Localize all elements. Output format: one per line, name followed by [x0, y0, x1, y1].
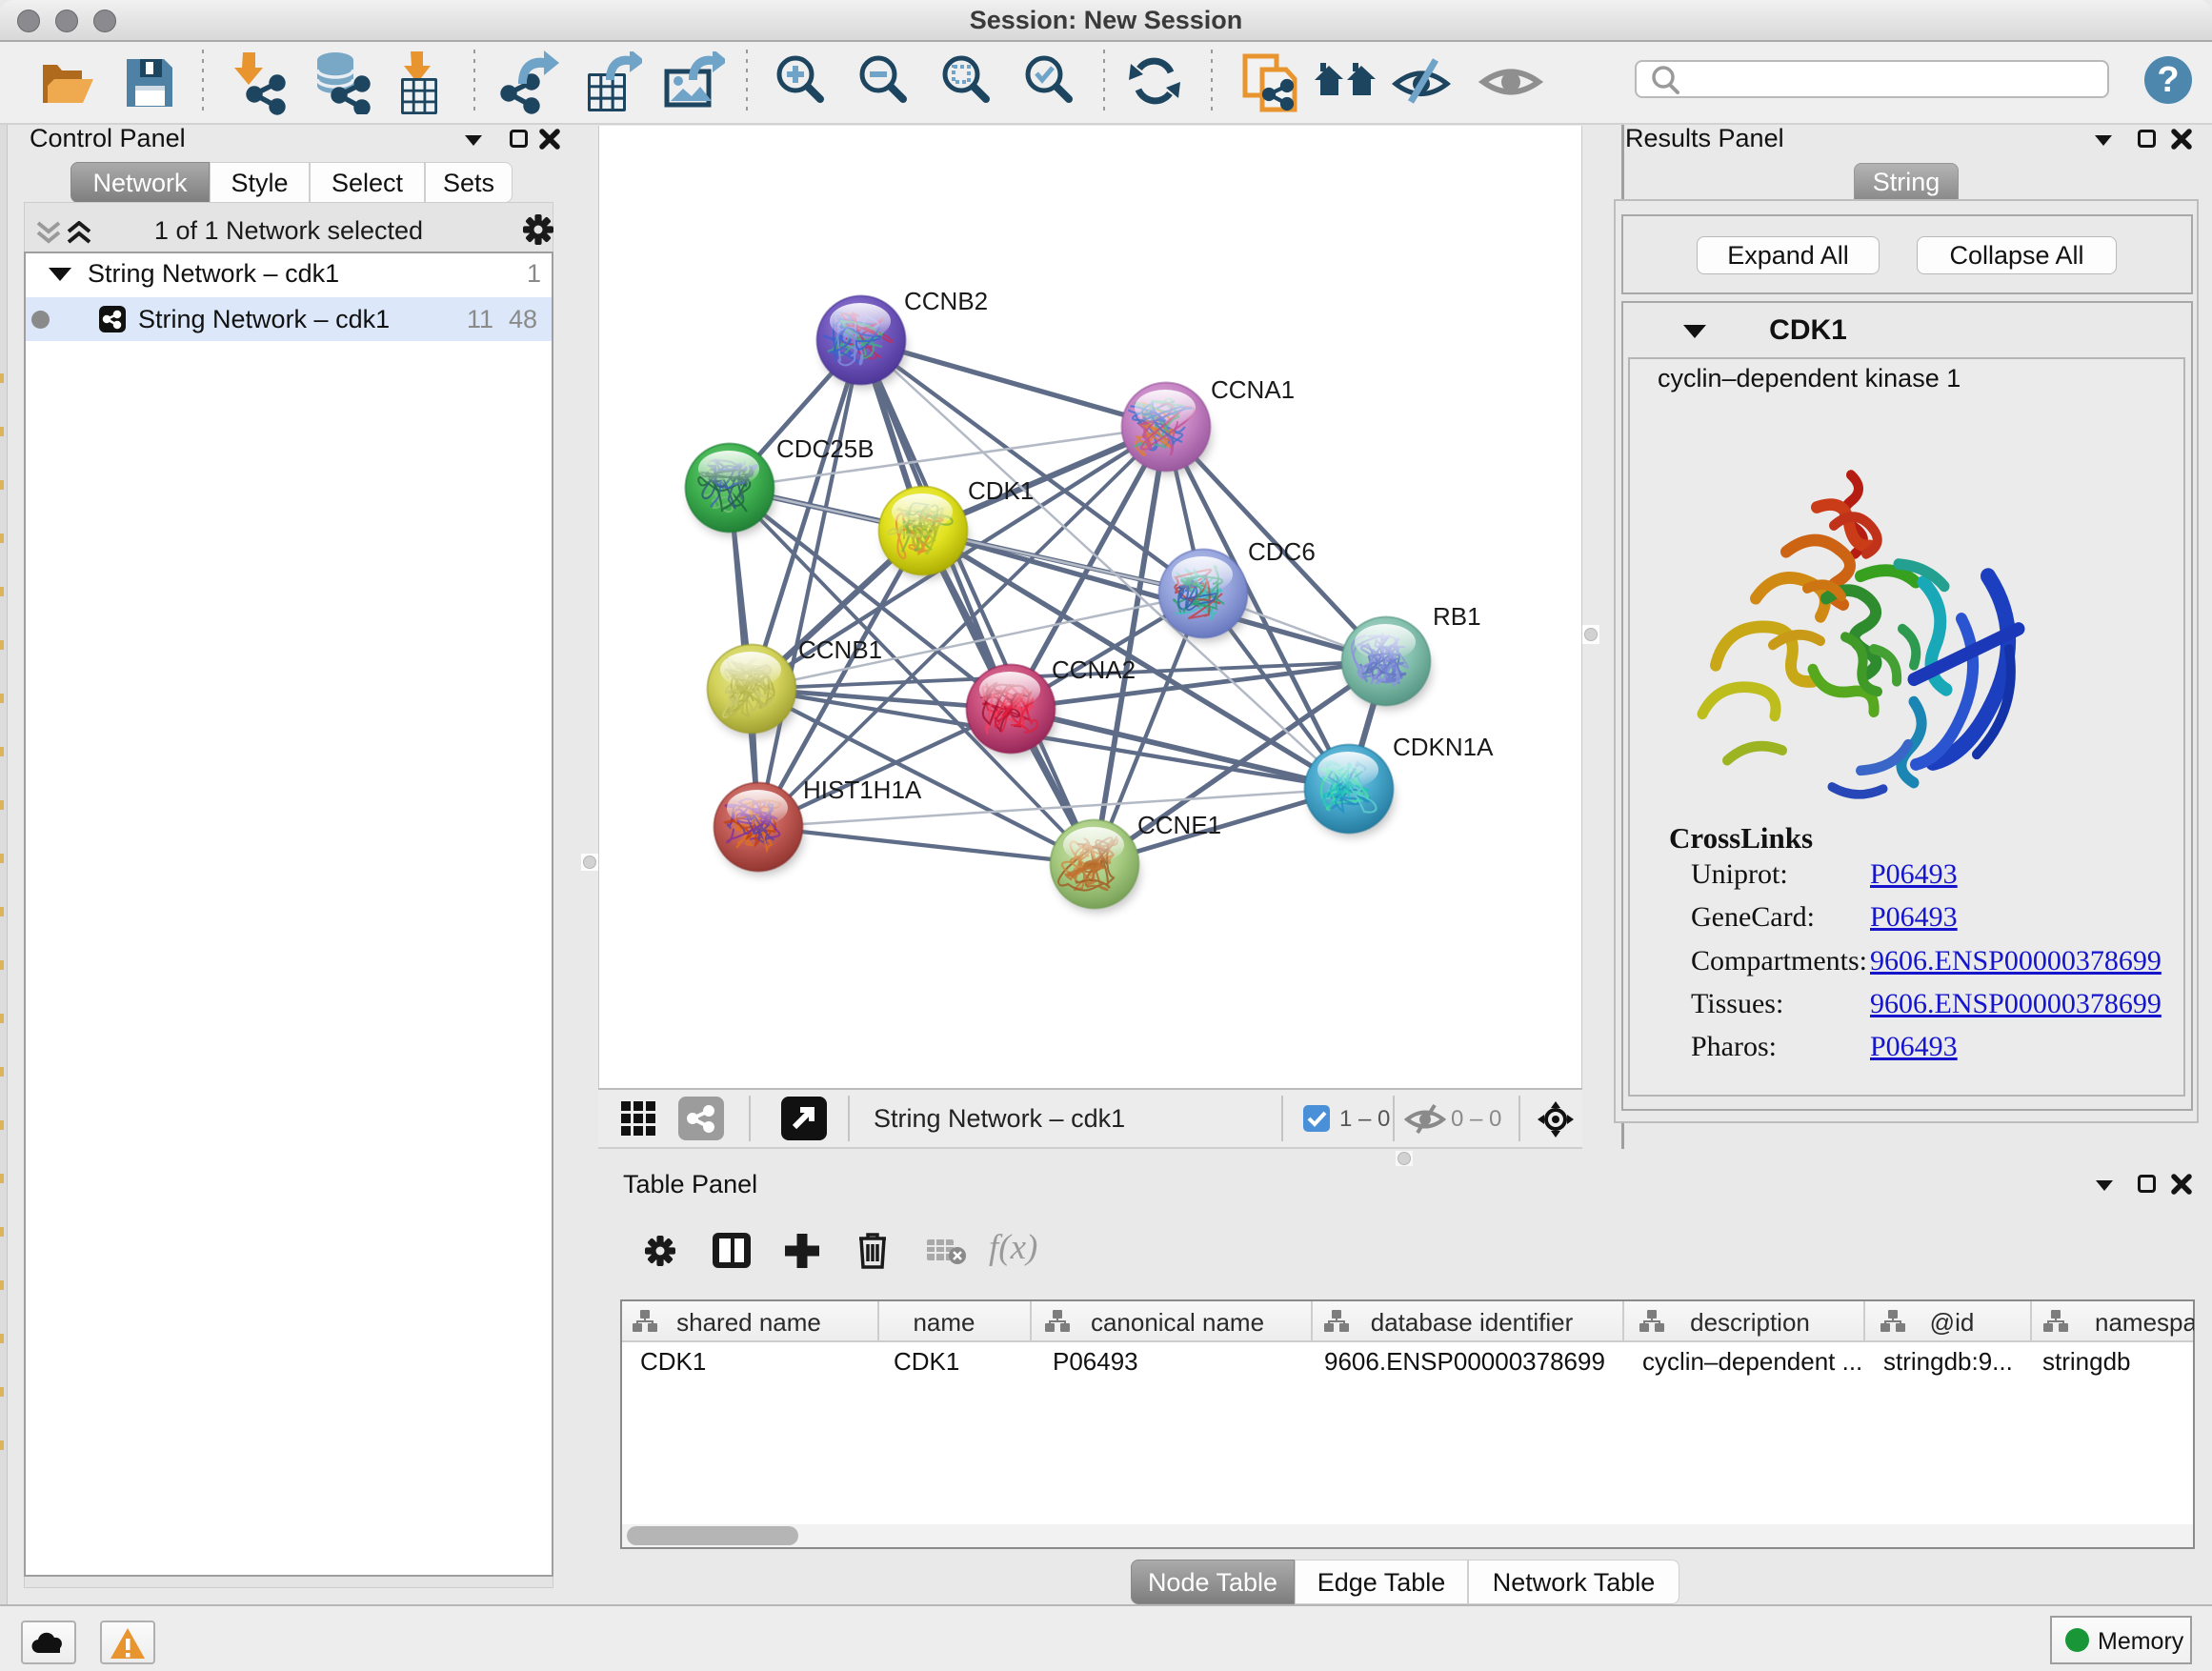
svg-text:CCNE1: CCNE1	[1137, 811, 1221, 839]
svg-text:CDC25B: CDC25B	[776, 434, 875, 463]
svg-text:CCNB1: CCNB1	[798, 635, 882, 664]
svg-text:CCNA1: CCNA1	[1211, 375, 1295, 404]
svg-text:HIST1H1A: HIST1H1A	[803, 775, 922, 804]
svg-text:CCNB2: CCNB2	[904, 287, 988, 315]
svg-text:CDC6: CDC6	[1248, 537, 1316, 566]
svg-text:CCNA2: CCNA2	[1052, 655, 1136, 684]
svg-text:CDKN1A: CDKN1A	[1393, 733, 1494, 761]
svg-text:RB1: RB1	[1433, 602, 1481, 631]
svg-text:CDK1: CDK1	[968, 476, 1034, 505]
